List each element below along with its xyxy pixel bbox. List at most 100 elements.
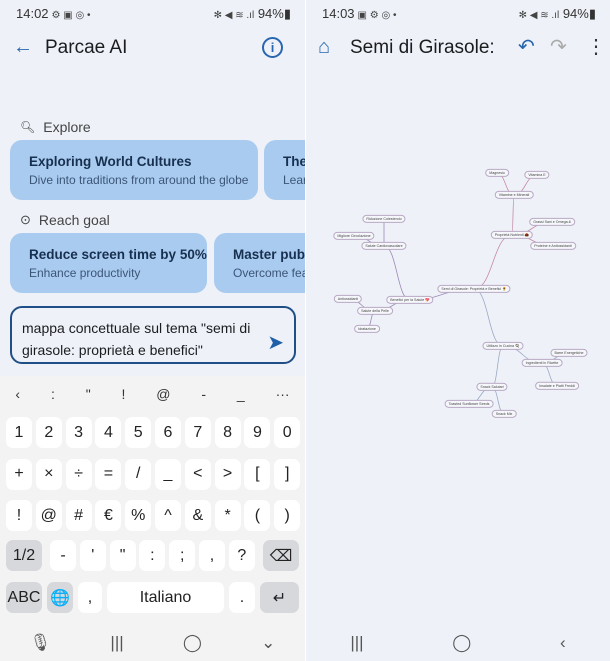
key[interactable]: ( <box>244 500 271 531</box>
mindmap-node[interactable]: Riduzione Colesterolo <box>362 214 406 224</box>
suggestion-key[interactable]: ! <box>122 386 126 402</box>
goal-card[interactable]: Master publi Overcome fear <box>214 233 305 293</box>
key[interactable]: 0 <box>274 417 301 448</box>
mindmap-node[interactable]: Migliore Circolazione <box>333 231 375 241</box>
suggestion-key[interactable]: _ <box>237 386 245 402</box>
key[interactable]: € <box>95 500 122 531</box>
key[interactable]: . <box>229 582 255 613</box>
key[interactable]: , <box>78 582 102 613</box>
prompt-input[interactable]: mappa concettuale sul tema "semi di gira… <box>10 306 296 364</box>
keyboard-toolbar: ‹: "! @ - _ ··· <box>0 376 305 412</box>
key[interactable]: < <box>184 458 211 490</box>
key[interactable]: & <box>184 500 211 531</box>
nav-button[interactable]: ◯ <box>183 633 202 653</box>
key[interactable]: _ <box>155 458 181 490</box>
key[interactable]: : <box>139 540 166 571</box>
mindmap-node[interactable]: Barre Energetiche <box>550 348 588 358</box>
goal-card[interactable]: Reduce screen time by 50% Enhance product… <box>10 233 207 293</box>
key[interactable]: 6 <box>155 417 181 448</box>
explore-section-label: 🔍︎ Explore <box>20 119 91 135</box>
nav-button[interactable]: ||| <box>110 633 123 653</box>
suggestion-key[interactable]: ··· <box>276 386 290 402</box>
key[interactable]: ^ <box>155 500 181 531</box>
language-key[interactable]: 🌐 <box>47 582 73 613</box>
key[interactable]: [ <box>244 458 271 490</box>
nav-button[interactable]: ⌄ <box>261 633 275 653</box>
card-title: Exploring World Cultures <box>29 154 192 169</box>
nav-button[interactable]: 🎙 <box>30 633 52 653</box>
mindmap-node[interactable]: Vitamine e Minerali <box>494 190 534 200</box>
mindmap-edge <box>473 234 513 290</box>
signal-icons: ✻ ◀ ≋ .ıl <box>213 10 255 21</box>
mindmap-node[interactable]: Salute della Pelle <box>357 306 393 316</box>
key[interactable]: , <box>199 540 225 571</box>
mindmap-screen: 14:03 ▣ ⚙ ◎ • ✻ ◀ ≋ .ıl 94%▮ ⌂ Semi di Gi… <box>305 0 610 661</box>
mindmap-node[interactable]: Proteine e Antiossidanti <box>530 241 576 251</box>
nav-button[interactable]: ‹ <box>560 633 566 653</box>
key[interactable]: × <box>35 458 62 490</box>
space-key[interactable]: Italiano <box>107 582 224 613</box>
suggestion-key[interactable]: @ <box>156 386 170 402</box>
mindmap-node[interactable]: Salute Cardiovascolare <box>361 241 407 251</box>
suggestion-key[interactable]: ‹ <box>15 386 20 402</box>
mindmap-node[interactable]: Snack Mix <box>491 409 517 419</box>
nav-button[interactable]: ◯ <box>452 633 471 653</box>
key[interactable]: + <box>6 458 32 490</box>
shift-key[interactable]: 1/2 <box>6 540 42 571</box>
mindmap-node[interactable]: Benefici per la Salute 💖 <box>386 295 434 305</box>
key[interactable]: ] <box>274 458 301 490</box>
send-icon[interactable]: ➤ <box>267 332 284 354</box>
key[interactable]: 7 <box>184 417 211 448</box>
suggestion-key[interactable]: " <box>86 386 91 402</box>
key[interactable]: / <box>125 458 152 490</box>
explore-card[interactable]: The Lear <box>264 140 305 200</box>
explore-card[interactable]: Exploring World Cultures Dive into tradit… <box>10 140 258 200</box>
mindmap-root-node[interactable]: Semi di Girasole: Proprietà e Benefici 🌻 <box>437 284 511 294</box>
mindmap-node[interactable]: Proprietà Nutrienti 🌰 <box>490 230 534 240</box>
key[interactable]: 3 <box>65 417 92 448</box>
key[interactable]: - <box>50 540 76 571</box>
nav-bar: 🎙 ||| ◯ ⌄ <box>0 625 305 661</box>
key[interactable]: ; <box>169 540 196 571</box>
backspace-key[interactable]: ⌫ <box>263 540 299 571</box>
mindmap-node[interactable]: Vitamina E <box>524 170 550 180</box>
key[interactable]: 5 <box>125 417 152 448</box>
key[interactable]: # <box>65 500 92 531</box>
key[interactable]: 2 <box>35 417 62 448</box>
key[interactable]: = <box>95 458 122 490</box>
key[interactable]: > <box>214 458 241 490</box>
key[interactable]: " <box>109 540 136 571</box>
mindmap-node[interactable]: Ingredienti in Ricette <box>521 358 563 368</box>
key[interactable]: 1 <box>6 417 32 448</box>
key[interactable]: ' <box>79 540 106 571</box>
mindmap-node[interactable]: Grassi Sani e Omega-6 <box>529 217 575 227</box>
key[interactable]: ! <box>6 500 32 531</box>
enter-key[interactable]: ↵ <box>260 582 299 613</box>
status-bar: 14:02 ⚙ ▣ ◎ • ✻ ◀ ≋ .ıl 94%▮ <box>16 6 291 21</box>
mindmap-node[interactable]: Utilizzo in Cucina 🍳 <box>482 341 524 351</box>
key[interactable]: 4 <box>95 417 122 448</box>
chat-screen: 14:02 ⚙ ▣ ◎ • ✻ ◀ ≋ .ıl 94%▮ ← Parcae AI … <box>0 0 305 661</box>
mindmap-node[interactable]: Insalate e Piatti Freddi <box>535 381 579 391</box>
mindmap-node[interactable]: Antiossidanti <box>333 294 363 304</box>
mindmap-node[interactable]: Magnesio <box>485 168 509 178</box>
key[interactable]: % <box>125 500 152 531</box>
key[interactable]: ÷ <box>65 458 92 490</box>
mindmap-node[interactable]: Idratazione <box>354 324 380 334</box>
suggestion-key[interactable]: - <box>201 386 206 402</box>
mindmap-node[interactable]: Toasted Sunflower Seeds <box>444 399 494 409</box>
key[interactable]: ? <box>228 540 255 571</box>
mindmap-node[interactable]: Snack Salutari <box>476 382 508 392</box>
key[interactable]: * <box>214 500 241 531</box>
key[interactable]: 9 <box>244 417 271 448</box>
abc-key[interactable]: ABC <box>6 582 42 613</box>
mindmap-canvas[interactable] <box>306 0 610 661</box>
arrow-left-icon[interactable]: ← <box>13 37 33 57</box>
card-title: Reduce screen time by 50% <box>29 247 207 262</box>
suggestion-key[interactable]: : <box>51 386 55 402</box>
nav-button[interactable]: ||| <box>350 633 363 653</box>
key[interactable]: @ <box>35 500 62 531</box>
key[interactable]: ) <box>274 500 301 531</box>
key[interactable]: 8 <box>214 417 241 448</box>
info-icon[interactable]: i <box>262 37 283 58</box>
